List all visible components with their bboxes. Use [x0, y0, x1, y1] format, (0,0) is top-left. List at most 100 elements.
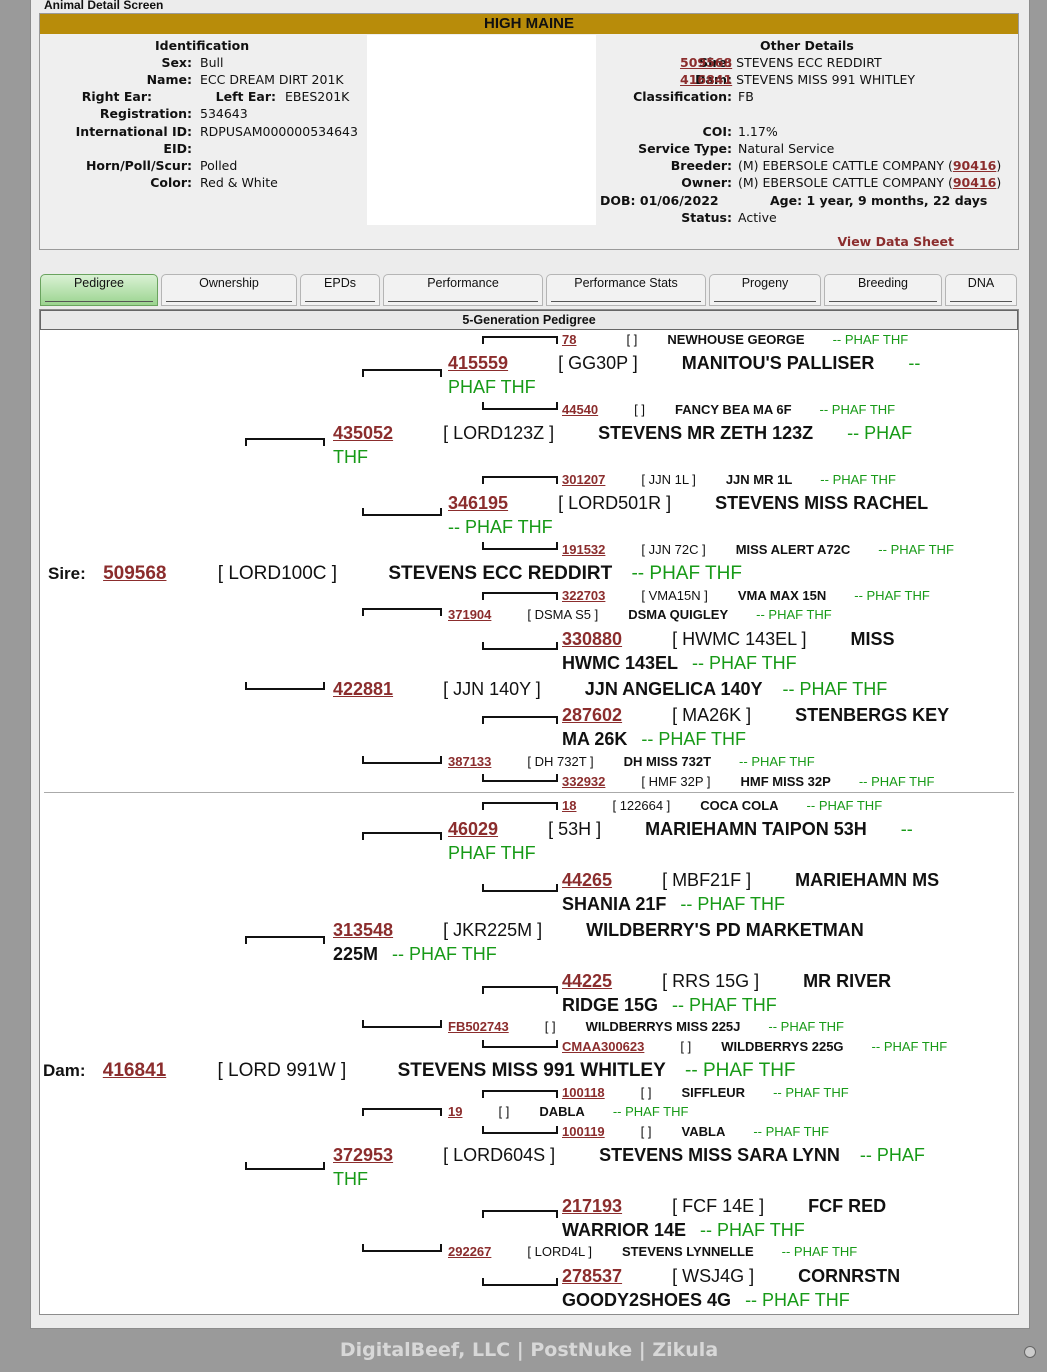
ancestor-registration-link[interactable]: 44225: [562, 971, 612, 991]
ancestor-registry: -- PHAF THF: [672, 995, 777, 1015]
ancestor-registration-link[interactable]: 292267: [448, 1244, 491, 1259]
footer-separator: |: [638, 1339, 646, 1361]
ancestor-registration-link[interactable]: 217193: [562, 1196, 622, 1216]
bracket: [362, 1020, 442, 1028]
owner-link[interactable]: 90416: [953, 175, 997, 190]
ancestor-registration-link[interactable]: 313548: [333, 920, 393, 940]
ancestor-registration-link[interactable]: 46029: [448, 819, 498, 839]
tab-performance-stats[interactable]: Performance Stats: [546, 274, 706, 306]
ancestor-registry: -- PHAF: [859, 1145, 925, 1165]
ancestor-registration-link[interactable]: 415559: [448, 353, 508, 373]
ancestor-registration-link[interactable]: 191532: [562, 542, 605, 557]
ancestor-name: MARIEHAMN MS: [795, 870, 940, 890]
age-value: 1 year, 9 months, 22 days: [806, 193, 988, 208]
pedigree-ancestor-row: 18 [ 122664 ] COCA COLA -- PHAF THF: [562, 798, 882, 814]
identification-header: Identification: [155, 38, 250, 53]
footer-postnuke-link[interactable]: PostNuke: [530, 1339, 632, 1361]
ancestor-registration-link[interactable]: CMAA300623: [562, 1039, 644, 1054]
tab-dna[interactable]: DNA: [945, 274, 1017, 306]
ancestor-registry: -- PHAF THF: [612, 1104, 689, 1119]
eid-label: EID:: [163, 141, 192, 156]
ancestor-registry: -- PHAF THF: [806, 798, 883, 813]
scroll-corner-icon[interactable]: [1024, 1346, 1036, 1358]
ancestor-registration-link[interactable]: 301207: [562, 472, 605, 487]
pedigree-sire-link[interactable]: 509568: [103, 563, 166, 584]
footer-zikula-link[interactable]: Zikula: [652, 1339, 718, 1361]
tab-ownership[interactable]: Ownership: [161, 274, 297, 306]
ancestor-registration-link[interactable]: 100119: [562, 1124, 605, 1139]
pedigree-ancestor-row: 44265 [ MBF21F ] MARIEHAMN MS SHANIA 21F -- …: [562, 868, 1015, 916]
bracket: [362, 1108, 442, 1116]
ancestor-registry: --: [908, 353, 921, 373]
ancestor-name: STEVENS MR ZETH 123Z: [598, 423, 814, 443]
footer: DigitalBeef, LLC | PostNuke | Zikula: [30, 1328, 1028, 1372]
bracket: [362, 369, 442, 377]
bracket: [362, 608, 442, 616]
pedigree-ancestor-row: 292267 [ LORD4L ] STEVENS LYNNELLE -- PHAF …: [448, 1244, 857, 1260]
pedigree-ancestor-row: 422881 [ JJN 140Y ] JJN ANGELICA 140Y -- PH…: [333, 677, 887, 701]
pedigree-ancestor-row: 100119 [ ] VABLA -- PHAF THF: [562, 1124, 829, 1140]
ancestor-registration-link[interactable]: 278537: [562, 1266, 622, 1286]
tab-epds[interactable]: EPDs: [300, 274, 380, 306]
pedigree-ancestor-row: 44225 [ RRS 15G ] MR RIVER RIDGE 15G -- PHAF…: [562, 969, 1015, 1017]
left-ear-value: EBES201K: [285, 89, 350, 104]
status-value: Active: [738, 210, 777, 225]
horn-value: Polled: [200, 158, 238, 173]
ancestor-registration-link[interactable]: 387133: [448, 754, 491, 769]
bracket: [482, 592, 558, 600]
ancestor-registration-link[interactable]: 332932: [562, 774, 605, 789]
ancestor-name: WILDBERRYS 225G: [721, 1039, 844, 1054]
ancestor-registration-link[interactable]: 346195: [448, 493, 508, 513]
ancestor-registration-link[interactable]: 322703: [562, 588, 605, 603]
ancestor-registration-link[interactable]: 372953: [333, 1145, 393, 1165]
ancestor-registration-link[interactable]: FB502743: [448, 1019, 509, 1034]
ancestor-registration-link[interactable]: 371904: [448, 607, 491, 622]
pedigree-dam-name: STEVENS MISS 991 WHITLEY: [397, 1060, 666, 1081]
pedigree-ancestor-row: 217193 [ FCF 14E ] FCF RED WARRIOR 14E -- PH…: [562, 1194, 1015, 1242]
view-data-sheet-link[interactable]: View Data Sheet: [837, 234, 954, 249]
ancestor-tag: [ WSJ4G ]: [672, 1266, 755, 1286]
ancestor-registration-link[interactable]: 18: [562, 798, 576, 813]
horn-label: Horn/Poll/Scur:: [85, 158, 192, 173]
ancestor-tag: [ DH 732T ]: [527, 754, 594, 769]
ancestor-name: HMF MISS 32P: [740, 774, 831, 789]
tab-pedigree[interactable]: Pedigree: [40, 274, 158, 306]
left-ear-label: Left Ear:: [215, 89, 276, 104]
ancestor-name: DH MISS 732T: [623, 754, 712, 769]
detail-dam-link[interactable]: 416841: [680, 72, 732, 87]
ancestor-registration-link[interactable]: 422881: [333, 679, 393, 699]
ancestor-registration-link[interactable]: 435052: [333, 423, 393, 443]
ancestor-registration-link[interactable]: 44265: [562, 870, 612, 890]
tab-performance[interactable]: Performance: [383, 274, 543, 306]
classification-label: Classification:: [633, 89, 732, 104]
pedigree-ancestor-row: 415559 [ GG30P ] MANITOU'S PALLISER -- PHAF …: [448, 351, 1015, 399]
owner-label: Owner:: [681, 175, 732, 190]
ancestor-registration-link[interactable]: 44540: [562, 402, 598, 417]
ancestor-tag: [ HMF 32P ]: [641, 774, 711, 789]
ancestor-tag: [ ]: [640, 1124, 652, 1139]
tab-progeny[interactable]: Progeny: [709, 274, 821, 306]
breeder-close: ): [996, 158, 1002, 173]
breeder-link[interactable]: 90416: [953, 158, 997, 173]
pedigree-ancestor-row: 100118 [ ] SIFFLEUR -- PHAF THF: [562, 1085, 849, 1101]
ancestor-registry: -- PHAF THF: [773, 1085, 849, 1100]
breeder-value: (M) EBERSOLE CATTLE COMPANY (: [738, 158, 953, 173]
pedigree-ancestor-row: 44540 [ ] FANCY BEA MA 6F -- PHAF THF: [562, 402, 895, 418]
dob-value: 01/06/2022: [639, 193, 719, 208]
ancestor-registry: -- PHAF THF: [878, 542, 954, 557]
ancestor-registry: -- PHAF THF: [854, 588, 930, 603]
detail-sire-link[interactable]: 509568: [680, 55, 732, 70]
dob-label: DOB:: [600, 193, 636, 208]
ancestor-registration-link[interactable]: 100118: [562, 1085, 605, 1100]
ancestor-registry: -- PHAF THF: [820, 472, 896, 487]
ancestor-registration-link[interactable]: 19: [448, 1104, 462, 1119]
ancestor-tag: [ FCF 14E ]: [672, 1196, 765, 1216]
ancestor-registration-link[interactable]: 78: [562, 332, 576, 347]
bracket: [245, 682, 325, 690]
pedigree-dam-link[interactable]: 416841: [103, 1060, 166, 1081]
ancestor-name-cont: 225M: [333, 944, 379, 964]
ancestor-registration-link[interactable]: 330880: [562, 629, 622, 649]
status-label: Status:: [681, 210, 732, 225]
tab-breeding[interactable]: Breeding: [824, 274, 942, 306]
ancestor-registration-link[interactable]: 287602: [562, 705, 622, 725]
